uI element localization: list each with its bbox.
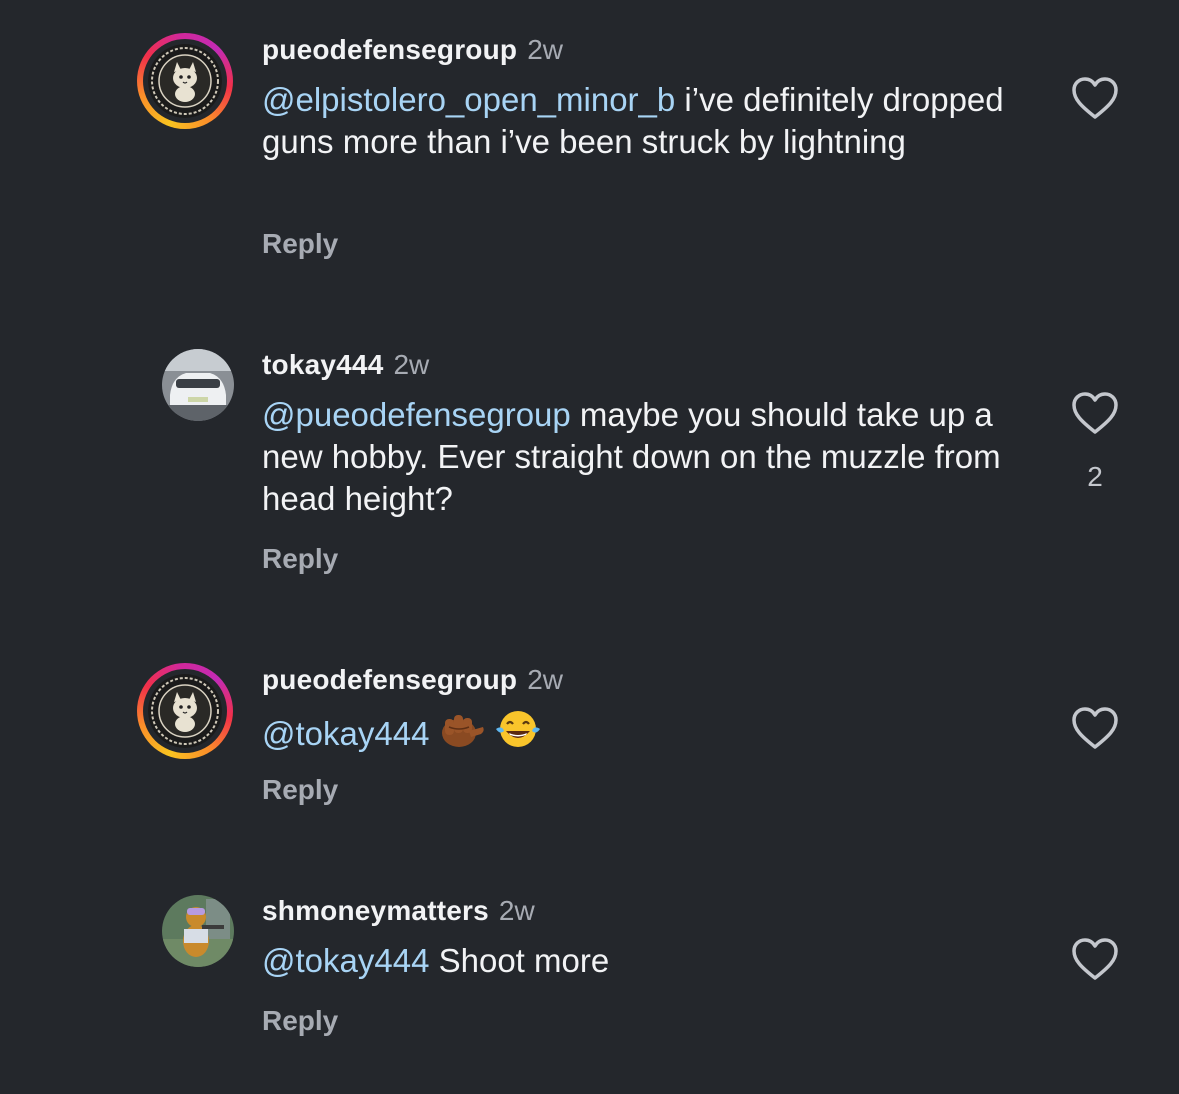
mention-link[interactable]: @tokay444 [262,715,429,752]
avatar[interactable] [162,349,234,421]
reply-button[interactable]: Reply [262,773,338,807]
comment-text: @tokay444 [262,709,1042,755]
avatar[interactable] [137,663,233,759]
avatar[interactable] [162,895,234,967]
username[interactable]: pueodefensegroup [262,664,517,695]
username[interactable]: tokay444 [262,349,383,380]
timestamp: 2w [527,664,564,695]
timestamp: 2w [527,34,564,65]
pointing-fist-emoji [441,715,484,747]
timestamp: 2w [393,349,430,380]
comment-text: @pueodefensegroup maybe you should take … [262,394,1042,520]
mention-link[interactable]: @tokay444 [262,942,429,979]
tears-of-joy-emoji [495,711,540,747]
heart-outline-icon[interactable] [1071,706,1119,750]
avatar[interactable] [137,33,233,129]
mention-link[interactable]: @elpistolero_open_minor_b [262,81,675,118]
heart-outline-icon[interactable] [1071,76,1119,120]
like-count: 2 [1087,461,1103,492]
heart-outline-icon[interactable] [1071,391,1119,435]
comment-text: @elpistolero_open_minor_b i’ve definitel… [262,79,1042,163]
car-photo-icon [162,349,234,421]
timestamp: 2w [498,895,535,926]
cat-emblem-icon [148,674,222,748]
username[interactable]: pueodefensegroup [262,34,517,65]
reply-button[interactable]: Reply [262,542,338,576]
reply-button[interactable]: Reply [262,1004,338,1038]
reply-button[interactable]: Reply [262,227,338,261]
cartoon-bear-photo-icon [162,895,234,967]
heart-outline-icon[interactable] [1071,937,1119,981]
comment-text: @tokay444 Shoot more [262,940,1042,982]
mention-link[interactable]: @pueodefensegroup [262,396,571,433]
username[interactable]: shmoneymatters [262,895,489,926]
cat-emblem-icon [148,44,222,118]
comment-body: Shoot more [429,942,610,979]
